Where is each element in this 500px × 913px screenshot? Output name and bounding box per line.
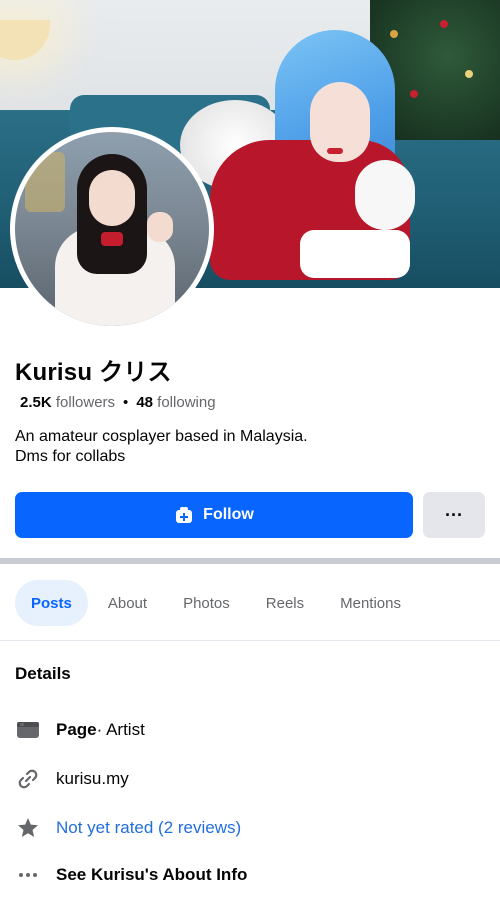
add-person-icon [174, 505, 194, 525]
profile-tabs: Posts About Photos Reels Mentions [15, 580, 421, 626]
avatar-photo [15, 132, 209, 326]
followers-count[interactable]: 2.5K [20, 394, 52, 411]
about-info-link[interactable]: See Kurisu's About Info [56, 865, 247, 885]
profile-name: Kurisu クリス [15, 359, 172, 386]
followers-label[interactable]: followers [56, 394, 115, 411]
bio-line: An amateur cosplayer based in Malaysia. [15, 428, 308, 445]
tab-about[interactable]: About [92, 580, 163, 626]
following-label[interactable]: following [157, 394, 215, 411]
follow-label: Follow [203, 506, 254, 523]
follow-button[interactable]: Follow [15, 492, 413, 538]
link-icon [15, 766, 41, 792]
following-count[interactable]: 48 [136, 394, 153, 411]
section-divider [0, 558, 500, 564]
bio-line: Dms for collabs [15, 448, 126, 465]
details-heading: Details [15, 664, 71, 683]
tab-photos[interactable]: Photos [167, 580, 246, 626]
more-options-button[interactable]: ··· [423, 492, 485, 538]
cosplayer-figure [180, 20, 450, 280]
profile-avatar[interactable] [10, 127, 214, 331]
detail-page-type: Page · Artist [15, 717, 145, 743]
more-dots-icon: ··· [445, 504, 463, 525]
tab-posts[interactable]: Posts [15, 580, 88, 626]
detail-about-info[interactable]: See Kurisu's About Info [15, 862, 247, 888]
page-type-bold: Page [56, 720, 97, 739]
tab-reels[interactable]: Reels [250, 580, 320, 626]
follow-stats: 2.5K followers • 48 following [20, 394, 216, 411]
more-dots-icon [15, 862, 41, 888]
profile-bio: An amateur cosplayer based in Malaysia. … [15, 427, 308, 467]
detail-website[interactable]: kurisu.my [15, 766, 129, 792]
website-link[interactable]: kurisu.my [56, 769, 129, 789]
rating-link[interactable]: Not yet rated (2 reviews) [56, 818, 241, 838]
stats-separator: • [123, 394, 129, 411]
star-icon [15, 815, 41, 841]
lamp-decoration [0, 20, 50, 60]
detail-rating[interactable]: Not yet rated (2 reviews) [15, 815, 241, 841]
page-flag-icon [15, 717, 41, 743]
tabs-divider [0, 640, 500, 641]
page-type-category: · Artist [96, 720, 145, 739]
tab-mentions[interactable]: Mentions [324, 580, 417, 626]
